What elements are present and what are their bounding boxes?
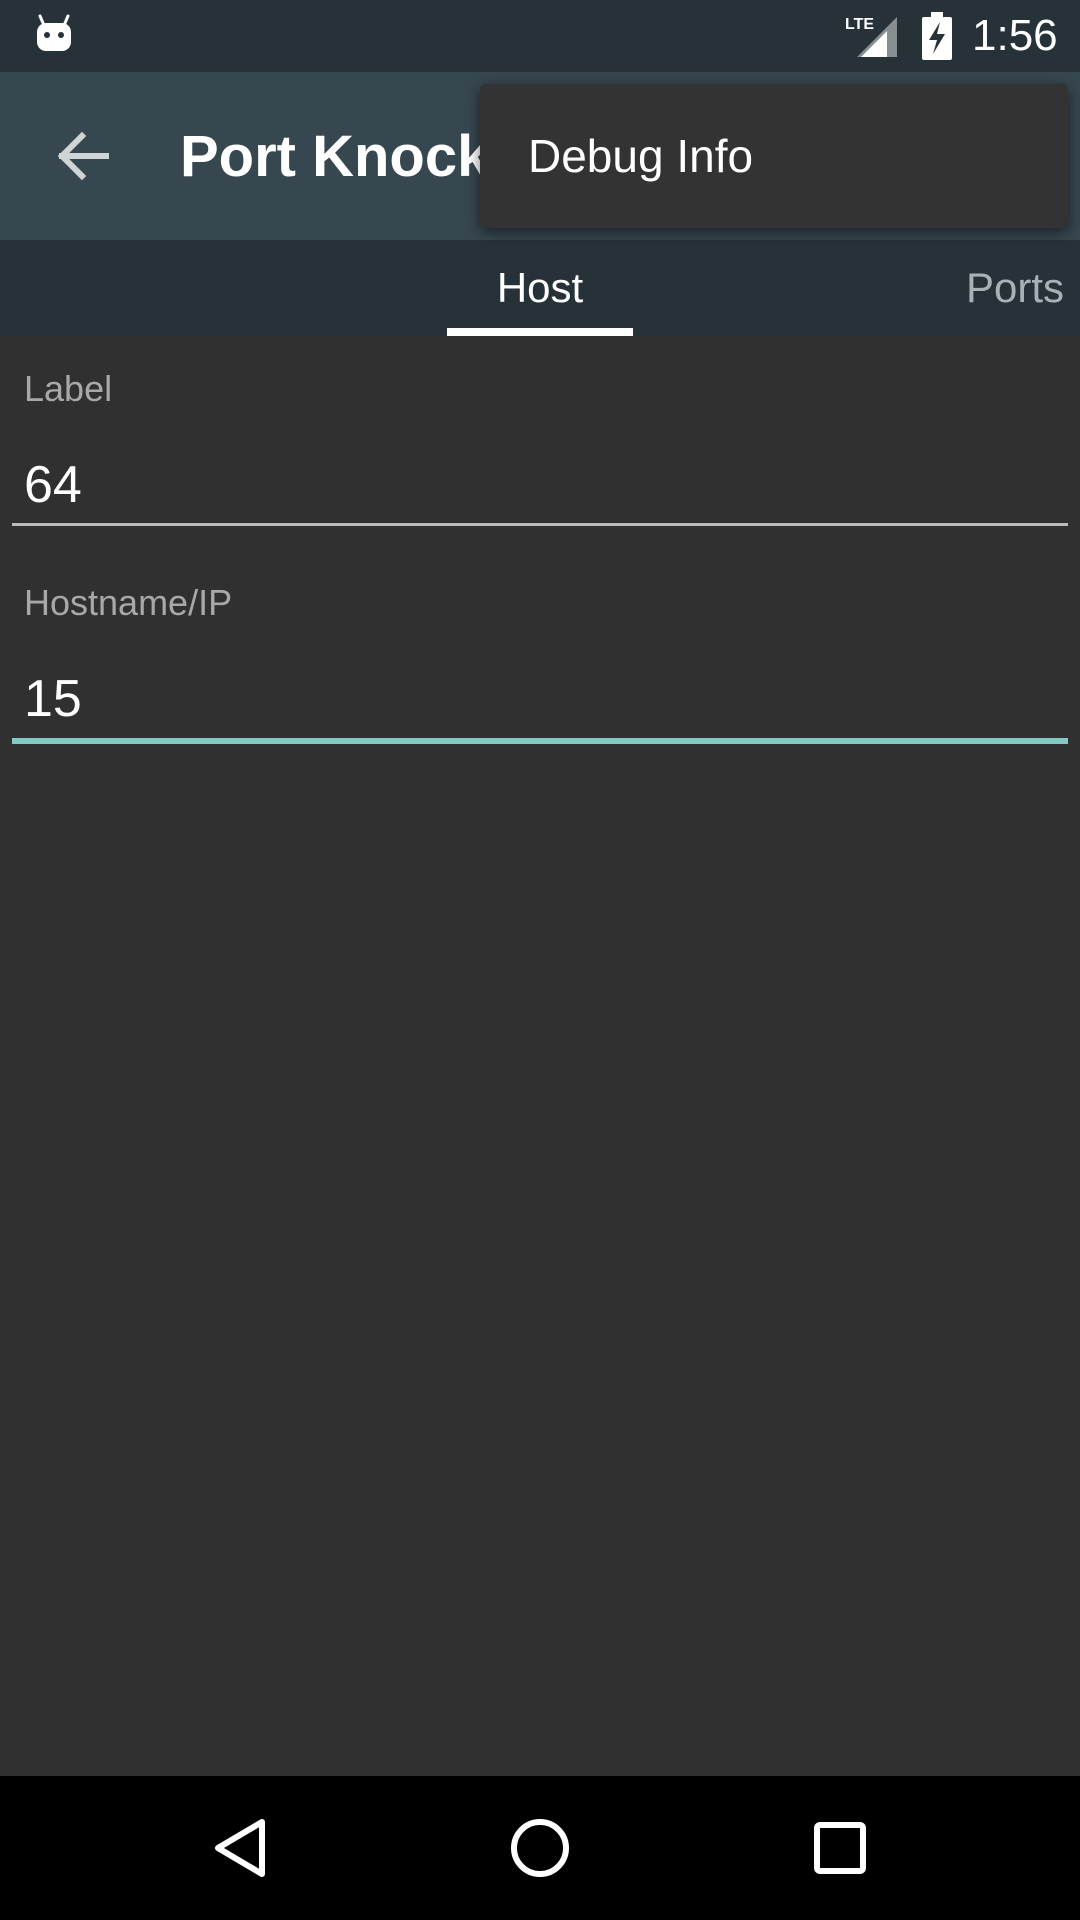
- tab-bar: Host Ports: [0, 240, 1080, 336]
- back-triangle-icon: [215, 1819, 265, 1877]
- nav-home-button[interactable]: [490, 1800, 590, 1896]
- tab-host[interactable]: Host: [447, 240, 633, 336]
- status-time: 1:56: [972, 11, 1058, 60]
- recents-square-icon: [814, 1822, 866, 1874]
- lte-signal-icon: LTE: [845, 16, 897, 57]
- hostname-input[interactable]: [12, 658, 1068, 740]
- hostname-field-label: Hostname/IP: [24, 582, 233, 623]
- android-notification-icon: [37, 14, 71, 51]
- lte-text: LTE: [845, 16, 874, 33]
- nav-back-button[interactable]: [190, 1800, 290, 1896]
- label-field-label: Label: [24, 368, 113, 409]
- battery-charging-icon: [922, 12, 952, 60]
- tab-selected-indicator: [447, 328, 633, 336]
- label-input[interactable]: [12, 444, 1068, 526]
- navigation-bar: [0, 1776, 1080, 1920]
- label-input-underline: [12, 523, 1068, 526]
- home-circle-icon: [511, 1819, 569, 1877]
- menu-item-debug-info[interactable]: Debug Info: [480, 84, 1068, 228]
- arrow-back-icon: [57, 131, 109, 181]
- back-button[interactable]: [44, 116, 124, 196]
- nav-recents-button[interactable]: [790, 1800, 890, 1896]
- tab-ports[interactable]: Ports: [946, 240, 1080, 336]
- overflow-menu: Debug Info: [480, 84, 1068, 228]
- status-bar: LTE 1:56: [0, 0, 1080, 72]
- hostname-input-underline: [12, 738, 1068, 744]
